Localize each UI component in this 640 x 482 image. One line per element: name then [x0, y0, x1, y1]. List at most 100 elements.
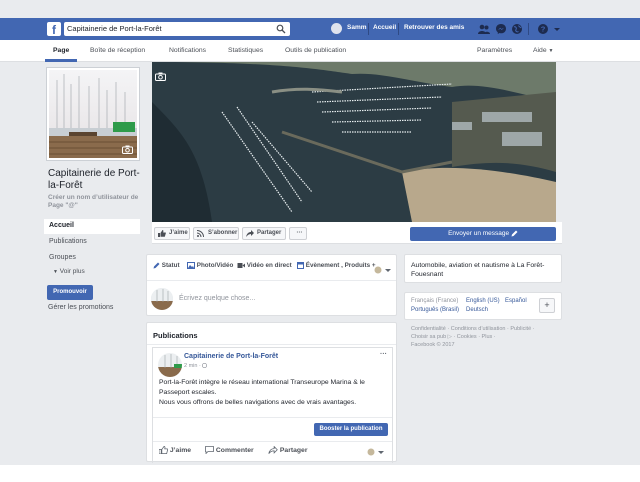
send-message-button[interactable]: Envoyer un message [410, 227, 556, 241]
photo-icon [187, 262, 195, 269]
divider [153, 441, 392, 442]
search-icon[interactable] [276, 24, 286, 34]
send-message-label: Envoyer un message [448, 230, 510, 237]
divider [153, 417, 392, 418]
language-current: Français (France) [411, 298, 459, 304]
tab-notifications[interactable]: Notifications [169, 47, 206, 54]
friend-requests-icon[interactable] [478, 23, 490, 35]
publications-heading: Publications [153, 331, 198, 340]
camera-icon[interactable] [122, 145, 133, 154]
post-author-avatar[interactable] [158, 353, 182, 377]
camera-icon[interactable] [155, 72, 166, 81]
language-german[interactable]: Deutsch [466, 307, 488, 313]
language-card: Français (France) English (US) Español P… [404, 292, 562, 320]
boost-post-button[interactable]: Booster la publication [314, 423, 388, 436]
language-portuguese[interactable]: Português (Brasil) [411, 307, 459, 313]
follow-page-button[interactable]: S’abonner [193, 227, 239, 240]
left-nav-groups[interactable]: Groupes [49, 254, 76, 261]
post-author-name[interactable]: Capitainerie de Port-la-Forêt [184, 353, 278, 360]
pencil-icon [511, 230, 518, 237]
post-line-1: Port-la-Forêt intègre le réseau internat… [159, 379, 365, 396]
post-share-button[interactable]: Partager [268, 446, 307, 454]
divider [528, 23, 529, 35]
calendar-icon [297, 262, 304, 269]
search-input[interactable]: Capitainerie de Port-la-Forêt [64, 22, 290, 36]
chevron-down-icon: ▼ [548, 48, 554, 54]
cover-photo[interactable] [152, 62, 556, 222]
divider [368, 23, 369, 35]
share-arrow-icon [246, 230, 254, 237]
top-navigation-bar: f Capitainerie de Port-la-Forêt Samm Acc… [0, 18, 640, 40]
public-globe-icon [202, 363, 208, 369]
rss-icon [197, 230, 204, 237]
publications-section: Publications Capitainerie de Port-la-For… [146, 322, 397, 463]
audience-selector-icon[interactable] [374, 266, 391, 274]
photo-video-label: Photo/Vidéo [196, 262, 234, 270]
profile-picture[interactable] [47, 68, 139, 160]
active-tab-indicator [45, 59, 77, 62]
post-comment-button[interactable]: Commenter [205, 446, 254, 454]
facebook-logo-icon[interactable]: f [47, 22, 61, 37]
post-card: Capitainerie de Port-la-Forêt 2 min · ··… [152, 347, 393, 463]
user-avatar[interactable] [331, 23, 342, 34]
post-timestamp[interactable]: 2 min · [184, 363, 208, 369]
language-spanish[interactable]: Español [505, 298, 527, 304]
composer-tab-event-products[interactable]: Évènement , Produits + [297, 262, 376, 269]
event-products-label: Évènement , Produits + [305, 262, 376, 270]
page-title[interactable]: Capitainerie de Port-la-Forêt [48, 168, 144, 192]
composer-tab-photo-video[interactable]: Photo/Vidéo [187, 262, 233, 269]
status-label: Statut [161, 262, 180, 270]
create-username-link[interactable]: Créer un nom d’utilisateur de Page "@" [48, 194, 144, 210]
like-page-button[interactable]: J’aime [154, 227, 190, 240]
video-camera-icon [237, 263, 245, 268]
messenger-icon[interactable] [495, 23, 507, 35]
help-menu[interactable]: Aide ▼ [533, 47, 553, 54]
account-menu-caret-icon[interactable] [553, 23, 561, 35]
post-like-label: J’aime [169, 446, 192, 454]
composer-input-area[interactable]: Écrivez quelque chose... [147, 281, 396, 315]
tab-inbox[interactable]: Boîte de réception [90, 47, 145, 54]
find-friends-link[interactable]: Retrouver des amis [404, 24, 464, 31]
user-name-link[interactable]: Samm [347, 24, 367, 31]
footer-copyright: Facebook © 2017 [411, 342, 455, 348]
left-nav-home[interactable]: Accueil [49, 222, 74, 229]
promote-button[interactable]: Promouvoir [47, 285, 93, 300]
footer-links-1[interactable]: Confidentialité · Conditions d’utilisati… [411, 325, 535, 333]
follow-label: S’abonner [208, 230, 238, 236]
tab-publishing-tools[interactable]: Outils de publication [285, 47, 346, 54]
home-link[interactable]: Accueil [373, 24, 396, 31]
composer-tab-live-video[interactable]: Vidéo en direct [237, 262, 292, 269]
post-share-label: Partager [279, 446, 308, 454]
page-avatar-image [151, 288, 173, 310]
add-language-button[interactable]: + [539, 298, 555, 313]
page-avatar [151, 288, 173, 310]
more-options-button[interactable]: ··· [289, 227, 307, 240]
language-english[interactable]: English (US) [466, 298, 500, 304]
cover-photo-marina-aerial-image [152, 62, 556, 222]
settings-link[interactable]: Paramètres [477, 47, 512, 54]
post-body: Port-la-Forêt intègre le réseau internat… [159, 378, 389, 408]
help-icon[interactable]: ? [537, 23, 549, 35]
manage-promotions-link[interactable]: Gérer les promotions [48, 304, 113, 311]
post-like-button[interactable]: J’aime [159, 446, 191, 454]
footer-links-2[interactable]: Choisir sa pub ▷ · Cookies · Plus · [411, 333, 496, 341]
tab-page[interactable]: Page [53, 47, 69, 54]
post-options-button[interactable]: ··· [380, 351, 387, 358]
see-more-label: Voir plus [59, 268, 85, 275]
post-line-2: Nous vous offrons de belles navigations … [159, 399, 357, 406]
composer-tab-status[interactable]: Statut [153, 262, 180, 269]
tab-insights[interactable]: Statistiques [228, 47, 263, 54]
thumbs-up-icon [158, 230, 166, 237]
live-video-label: Vidéo en direct [246, 262, 292, 270]
left-nav-see-more[interactable]: ▼ Voir plus [53, 268, 85, 275]
notifications-globe-icon[interactable] [511, 23, 523, 35]
post-comment-label: Commenter [215, 446, 254, 454]
divider [398, 23, 399, 35]
chevron-down-icon: ▼ [53, 269, 58, 275]
like-label: J’aime [169, 230, 188, 236]
share-label: Partager [257, 230, 282, 236]
audience-selector-icon[interactable] [367, 448, 384, 456]
left-nav-posts[interactable]: Publications [49, 238, 87, 245]
share-page-button[interactable]: Partager [242, 227, 286, 240]
page-category-text[interactable]: Automobile, aviation et nautisme à La Fo… [411, 261, 561, 279]
